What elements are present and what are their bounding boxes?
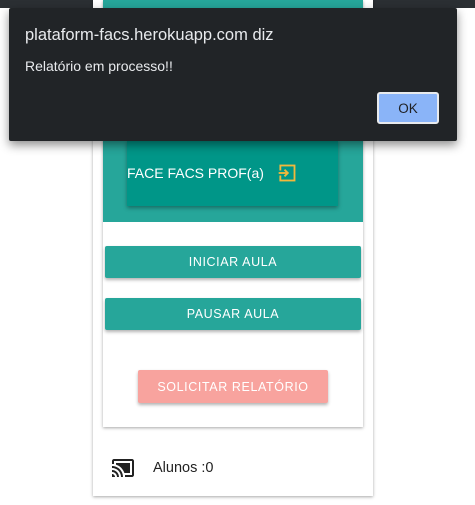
request-report-button[interactable]: SOLICITAR RELATÓRIO — [138, 370, 328, 403]
dialog-message: Relatório em processo!! — [25, 58, 173, 74]
ok-button[interactable]: OK — [377, 92, 439, 124]
app-title-card: FACE FACS PROF(a) — [127, 140, 338, 206]
dialog-title: plataform-facs.herokuapp.com diz — [25, 26, 274, 44]
start-class-label: INICIAR AULA — [188, 255, 278, 269]
app-title: FACE FACS PROF(a) — [127, 165, 264, 181]
request-report-label: SOLICITAR RELATÓRIO — [157, 379, 309, 394]
pause-class-button[interactable]: PAUSAR AULA — [105, 298, 361, 330]
cast-icon — [112, 459, 134, 477]
students-row: Alunos :0 — [111, 456, 361, 480]
login-icon[interactable] — [277, 163, 297, 183]
students-count: Alunos :0 — [153, 460, 214, 476]
start-class-button[interactable]: INICIAR AULA — [105, 246, 361, 278]
alert-dialog: plataform-facs.herokuapp.com diz Relatór… — [9, 8, 457, 141]
ok-label: OK — [398, 100, 418, 116]
pause-class-label: PAUSAR AULA — [186, 307, 280, 321]
